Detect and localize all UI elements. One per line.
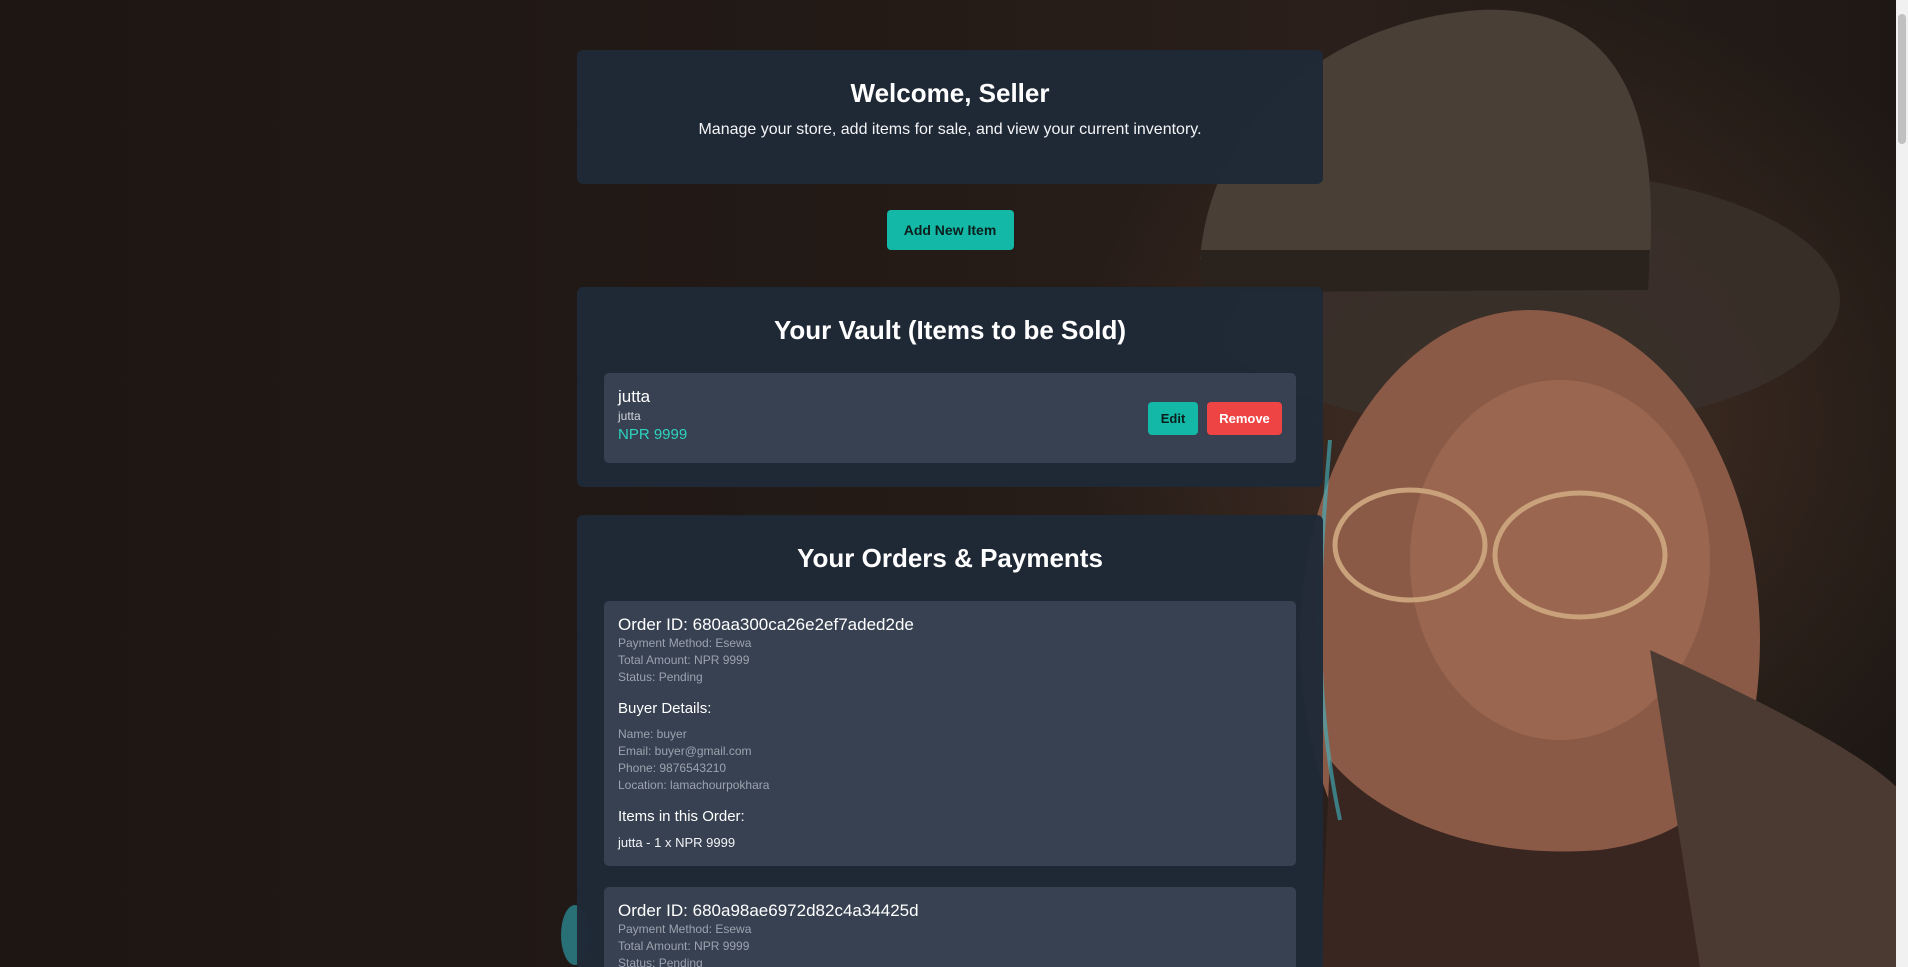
item-actions: Edit Remove <box>1148 402 1282 435</box>
buyer-phone: Phone: 9876543210 <box>618 761 727 775</box>
scrollbar-thumb[interactable] <box>1898 14 1906 144</box>
welcome-card: Welcome, Seller Manage your store, add i… <box>577 50 1323 184</box>
orders-section: Your Orders & Payments Order ID: 680aa30… <box>577 515 1323 967</box>
payment-method: Payment Method: Esewa <box>618 636 752 650</box>
page-subtitle: Manage your store, add items for sale, a… <box>698 121 1202 138</box>
buyer-details-heading: Buyer Details: <box>618 700 712 717</box>
order-card: Order ID: 680a98ae6972d82c4a34425d Payme… <box>604 887 1296 967</box>
page-title: Welcome, Seller <box>850 78 1050 108</box>
add-item-wrapper: Add New Item <box>577 210 1323 270</box>
buyer-location: Location: lamachourpokhara <box>618 778 770 792</box>
page-scrollbar[interactable] <box>1896 0 1908 967</box>
order-card: Order ID: 680aa300ca26e2ef7aded2de Payme… <box>604 601 1296 866</box>
edit-item-button[interactable]: Edit <box>1148 402 1198 435</box>
remove-item-button[interactable]: Remove <box>1207 402 1282 435</box>
add-new-item-button[interactable]: Add New Item <box>886 210 1014 250</box>
vault-item: jutta jutta NPR 9999 Edit Remove <box>604 373 1296 463</box>
dashboard-container: Welcome, Seller Manage your store, add i… <box>577 50 1323 967</box>
total-amount: Total Amount: NPR 9999 <box>618 939 750 953</box>
vault-section: Your Vault (Items to be Sold) jutta jutt… <box>577 287 1323 487</box>
vault-title: Your Vault (Items to be Sold) <box>774 315 1126 345</box>
payment-method: Payment Method: Esewa <box>618 922 752 936</box>
order-status: Status: Pending <box>618 956 703 967</box>
order-items-heading: Items in this Order: <box>618 808 745 825</box>
total-amount: Total Amount: NPR 9999 <box>618 653 750 667</box>
buyer-name: Name: buyer <box>618 727 687 741</box>
order-line-item: jutta - 1 x NPR 9999 <box>618 835 736 850</box>
order-status: Status: Pending <box>618 670 703 684</box>
order-id: Order ID: 680a98ae6972d82c4a34425d <box>618 901 919 920</box>
buyer-email: Email: buyer@gmail.com <box>618 744 752 758</box>
orders-title: Your Orders & Payments <box>797 543 1103 573</box>
order-id: Order ID: 680aa300ca26e2ef7aded2de <box>618 615 914 634</box>
